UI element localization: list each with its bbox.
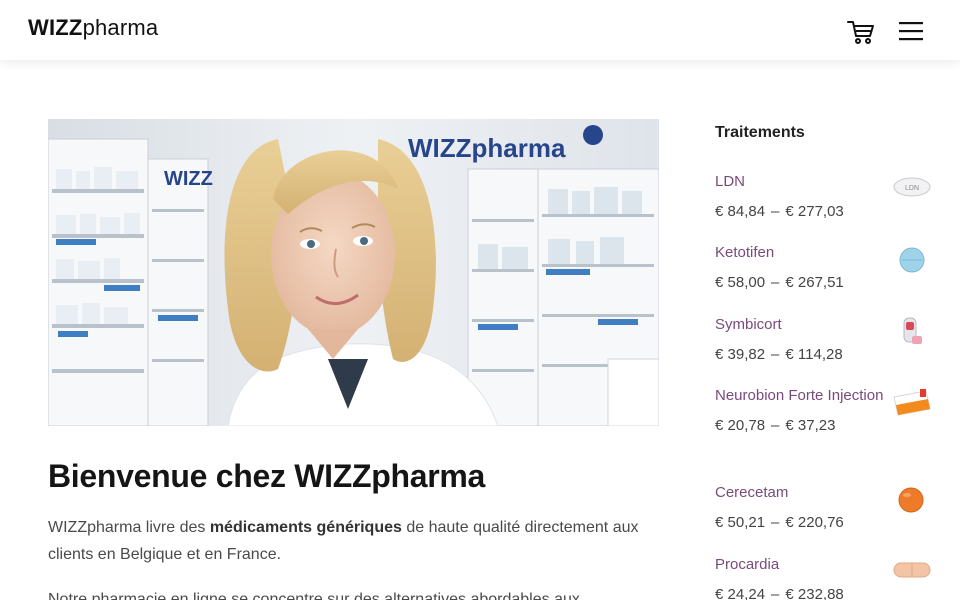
cart-icon[interactable] (846, 18, 876, 46)
product-link[interactable]: Ketotifen (715, 240, 885, 266)
price-separator: – (771, 346, 780, 363)
product-item-ldn: LDN € 84,84– € 277,03 LDN (715, 169, 935, 225)
price-min: € 84,84 (715, 203, 766, 220)
orange-tablet-icon[interactable] (890, 480, 934, 516)
logo-light: pharma (82, 15, 159, 40)
price-max: € 267,51 (785, 274, 844, 291)
product-item-neurobion: Neurobion Forte Injection € 20,78– € 37,2… (715, 383, 935, 439)
inhaler-icon[interactable] (890, 312, 934, 348)
price-separator: – (771, 586, 780, 600)
hamburger-menu-icon[interactable] (898, 20, 924, 42)
product-link[interactable]: LDN (715, 169, 885, 195)
price-max: € 37,23 (785, 417, 836, 434)
site-logo[interactable]: WIZZpharma (28, 15, 158, 41)
intro-text-bold: médicaments génériques (209, 519, 402, 536)
sidebar-title: Traitements (715, 124, 805, 141)
intro-paragraph: WIZZpharma livre des médicaments génériq… (48, 514, 668, 568)
intro-text-before: WIZZpharma livre des (48, 519, 210, 536)
product-item-procardia: Procardia € 24,24– € 232,88 (715, 552, 935, 600)
price-max: € 232,88 (785, 586, 844, 600)
price-min: € 39,82 (715, 346, 766, 363)
ampoule-box-icon[interactable] (890, 383, 934, 419)
price-separator: – (771, 274, 780, 291)
product-link[interactable]: Neurobion Forte Injection (715, 383, 885, 409)
price-max: € 277,03 (785, 203, 844, 220)
page-title: Bienvenue chez WIZZpharma (48, 458, 486, 494)
price-max: € 220,76 (785, 514, 844, 531)
price-separator: – (771, 417, 780, 434)
product-link[interactable]: Procardia (715, 552, 885, 578)
price-min: € 50,21 (715, 514, 766, 531)
price-separator: – (771, 514, 780, 531)
peach-capsule-icon[interactable] (890, 552, 934, 588)
product-item-symbicort: Symbicort € 39,82– € 114,28 (715, 312, 935, 368)
price-min: € 20,78 (715, 417, 766, 434)
site-header: WIZZpharma (0, 0, 960, 60)
price-min: € 24,24 (715, 586, 766, 600)
hero-sign-text: WIZZpharma (408, 133, 566, 163)
logo-bold: WIZZ (28, 15, 83, 40)
blue-tablet-icon[interactable] (890, 240, 934, 276)
svg-text:LDN: LDN (905, 185, 919, 192)
product-item-ketotifen: Ketotifen € 58,00– € 267,51 (715, 240, 935, 296)
price-min: € 58,00 (715, 274, 766, 291)
price-max: € 114,28 (785, 346, 843, 363)
product-item-cerecetam: Cerecetam € 50,21– € 220,76 (715, 480, 935, 536)
hero-image: WIZZpharma WIZZ (48, 119, 659, 426)
product-link[interactable]: Symbicort (715, 312, 885, 338)
price-separator: – (771, 203, 780, 220)
product-link[interactable]: Cerecetam (715, 480, 885, 506)
intro-paragraph-2: Notre pharmacie en ligne se concentre su… (48, 591, 580, 600)
ldn-tablet-icon[interactable]: LDN (890, 169, 934, 205)
pharmacist-photo: WIZZpharma WIZZ (48, 119, 659, 426)
svg-text:WIZZ: WIZZ (164, 168, 213, 190)
